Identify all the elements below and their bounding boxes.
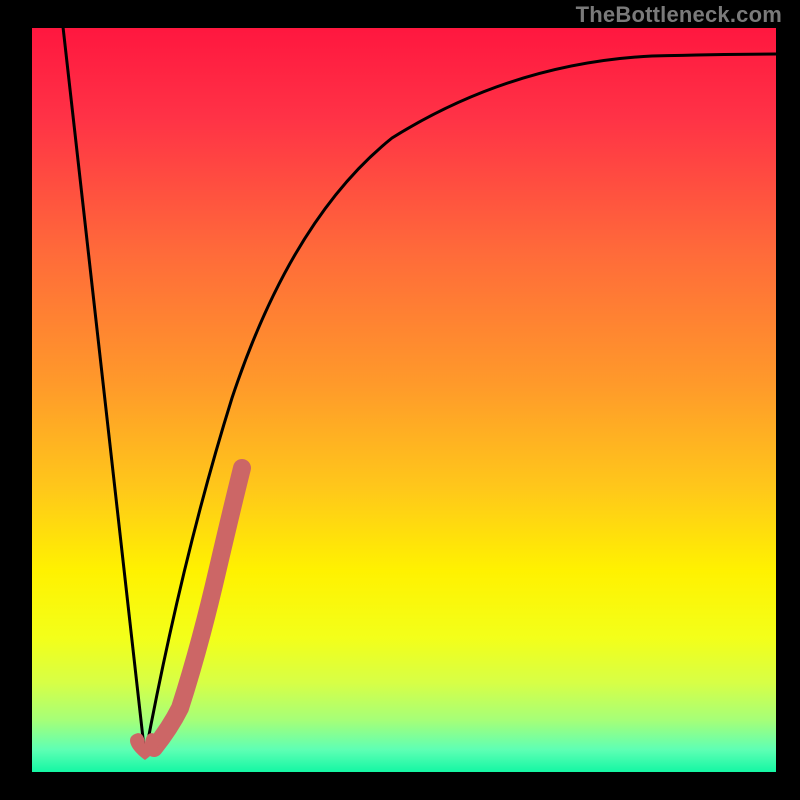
chart-curves: [32, 28, 776, 772]
left-line: [62, 28, 145, 756]
highlight-stroke: [154, 468, 242, 748]
rising-curve: [145, 54, 776, 756]
chart-frame: TheBottleneck.com: [0, 0, 800, 800]
watermark-text: TheBottleneck.com: [576, 2, 782, 28]
plot-area: [32, 28, 776, 772]
